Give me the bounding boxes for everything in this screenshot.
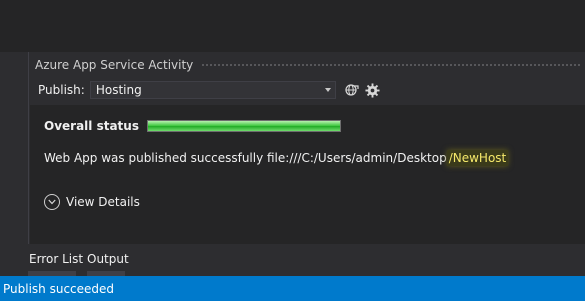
overall-status-label: Overall status [44,119,139,133]
view-details-toggle[interactable]: View Details [44,194,140,210]
globe-icon[interactable] [345,83,359,97]
panel-header[interactable]: Azure App Service Activity [29,52,585,78]
publish-label: Publish: [38,83,85,97]
overall-status: Overall status [44,119,341,133]
panel-title: Azure App Service Activity [35,58,194,72]
publish-result-message: Web App was published successfully file:… [44,150,509,166]
chevron-down-icon [324,88,331,92]
publish-profile-dropdown[interactable]: Hosting [89,81,336,99]
overall-status-progress-bar [146,120,341,132]
gear-icon[interactable] [365,82,380,98]
editor-area [0,0,585,52]
tab-output-label: Output [87,252,129,266]
publish-path-highlight[interactable]: /NewHost [446,150,509,166]
azure-activity-panel: Azure App Service Activity Publish: Host… [28,52,585,244]
tab-output[interactable]: Output [87,248,129,276]
left-gutter [0,52,28,276]
status-bar-text: Publish succeeded [3,281,115,296]
publish-profile-value: Hosting [95,83,142,97]
publish-message-text: Web App was published successfully file:… [44,151,447,165]
publish-toolbar: Publish: Hosting [29,79,585,101]
activity-content: Overall status Web App was published suc… [30,105,585,244]
tab-error-list[interactable]: Error List [28,248,83,276]
progress-fill [147,121,340,131]
status-bar: Publish succeeded [0,276,585,301]
chevron-down-circle-icon [44,194,60,210]
view-details-label: View Details [66,195,140,209]
tab-error-list-label: Error List [29,252,84,266]
panel-drag-grip[interactable] [201,62,580,68]
